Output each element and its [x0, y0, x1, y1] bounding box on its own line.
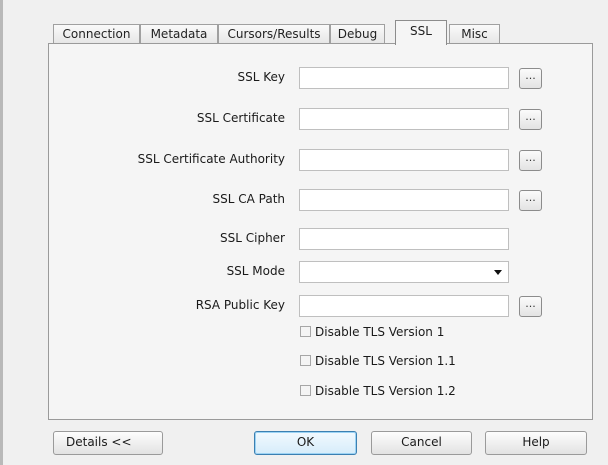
disable-tls12-label: Disable TLS Version 1.2 [315, 384, 456, 398]
ssl-cipher-input[interactable] [299, 228, 509, 250]
rsa-public-key-browse-button[interactable]: ... [519, 296, 542, 317]
rsa-public-key-input[interactable] [299, 295, 509, 317]
details-toggle-button[interactable]: Details << [53, 431, 163, 455]
tab-debug[interactable]: Debug [330, 24, 385, 43]
rsa-public-key-label: RSA Public Key [195, 298, 285, 312]
ssl-certificate-input[interactable] [299, 108, 509, 130]
disable-tls11-checkbox[interactable] [300, 355, 311, 366]
ssl-key-input[interactable] [299, 67, 509, 89]
ssl-mode-select[interactable] [299, 261, 509, 283]
tab-ssl[interactable]: SSL [395, 20, 447, 45]
ssl-certificate-browse-button[interactable]: ... [519, 109, 542, 130]
ok-button[interactable]: OK [254, 431, 357, 455]
ssl-tab-panel: SSL Key ... SSL Certificate ... SSL Cert… [48, 43, 593, 420]
help-button[interactable]: Help [485, 431, 587, 455]
ssl-ca-path-input[interactable] [299, 189, 509, 211]
chevron-down-icon[interactable] [494, 270, 502, 275]
tab-misc[interactable]: Misc [449, 24, 500, 43]
cancel-button[interactable]: Cancel [371, 431, 472, 455]
ssl-key-label: SSL Key [237, 70, 286, 84]
window-left-edge [0, 0, 3, 465]
ssl-ca-path-label: SSL CA Path [212, 192, 286, 206]
tab-cursors-results[interactable]: Cursors/Results [218, 24, 330, 43]
ssl-ca-label: SSL Certificate Authority [137, 152, 285, 166]
ssl-certificate-label: SSL Certificate [196, 111, 285, 125]
disable-tls12-checkbox[interactable] [300, 385, 311, 396]
ssl-mode-label: SSL Mode [226, 264, 285, 278]
ssl-ca-browse-button[interactable]: ... [519, 150, 542, 171]
disable-tls1-checkbox[interactable] [300, 326, 311, 337]
tab-metadata[interactable]: Metadata [140, 24, 218, 43]
ssl-cipher-label: SSL Cipher [220, 231, 285, 245]
ssl-ca-path-browse-button[interactable]: ... [519, 190, 542, 211]
ssl-ca-input[interactable] [299, 149, 509, 171]
tab-connection[interactable]: Connection [53, 24, 140, 43]
disable-tls1-label: Disable TLS Version 1 [315, 325, 445, 339]
disable-tls11-label: Disable TLS Version 1.1 [315, 354, 456, 368]
ssl-key-browse-button[interactable]: ... [519, 68, 542, 89]
